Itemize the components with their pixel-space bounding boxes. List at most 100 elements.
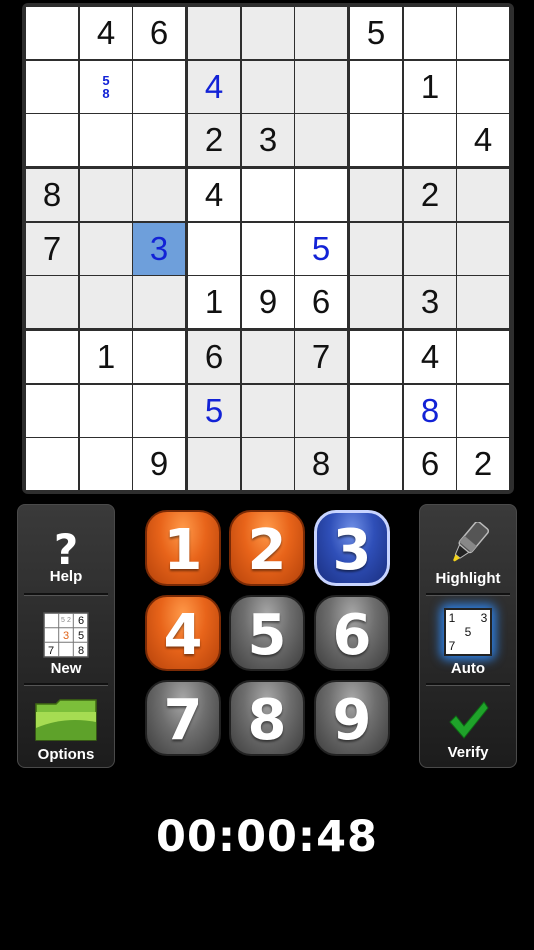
- sudoku-cell-r1c5[interactable]: [242, 7, 294, 59]
- sudoku-cell-r2c7[interactable]: [350, 61, 402, 113]
- sudoku-cell-r7c4[interactable]: 6: [188, 331, 240, 383]
- sudoku-cell-r5c8[interactable]: [404, 223, 456, 275]
- sudoku-cell-r8c3[interactable]: [133, 385, 185, 437]
- sudoku-cell-r1c6[interactable]: [295, 7, 347, 59]
- number-button-9[interactable]: 9: [314, 680, 390, 756]
- sudoku-cell-r5c9[interactable]: [457, 223, 509, 275]
- sudoku-cell-r8c2[interactable]: [80, 385, 132, 437]
- sudoku-cell-r4c9[interactable]: [457, 169, 509, 221]
- sudoku-cell-r8c7[interactable]: [350, 385, 402, 437]
- number-button-6[interactable]: 6: [314, 595, 390, 671]
- sudoku-cell-r4c1[interactable]: 8: [26, 169, 78, 221]
- sudoku-cell-r3c6[interactable]: [295, 114, 347, 166]
- sudoku-cell-r5c5[interactable]: [242, 223, 294, 275]
- sudoku-cell-r9c9[interactable]: 2: [457, 438, 509, 490]
- sudoku-cell-r6c5[interactable]: 9: [242, 276, 294, 328]
- sudoku-cell-r3c3[interactable]: [133, 114, 185, 166]
- sudoku-cell-r3c8[interactable]: [404, 114, 456, 166]
- sudoku-cell-r9c3[interactable]: 9: [133, 438, 185, 490]
- sudoku-cell-r5c4[interactable]: [188, 223, 240, 275]
- mini-grid-digit: 7: [48, 645, 54, 657]
- highlight-button[interactable]: Highlight: [420, 505, 516, 593]
- sudoku-cell-r3c1[interactable]: [26, 114, 78, 166]
- sudoku-cell-r2c6[interactable]: [295, 61, 347, 113]
- number-button-8[interactable]: 8: [229, 680, 305, 756]
- sudoku-cell-r2c4[interactable]: 4: [188, 61, 240, 113]
- sudoku-cell-r3c5[interactable]: 3: [242, 114, 294, 166]
- sudoku-cell-r7c6[interactable]: 7: [295, 331, 347, 383]
- options-button[interactable]: Options: [18, 685, 114, 769]
- sudoku-cell-r4c6[interactable]: [295, 169, 347, 221]
- sudoku-cell-r2c8[interactable]: 1: [404, 61, 456, 113]
- sudoku-cell-r5c3[interactable]: 3: [133, 223, 185, 275]
- sudoku-cell-r1c3[interactable]: 6: [133, 7, 185, 59]
- sudoku-cell-r3c9[interactable]: 4: [457, 114, 509, 166]
- sudoku-cell-r5c6[interactable]: 5: [295, 223, 347, 275]
- sudoku-cell-r2c9[interactable]: [457, 61, 509, 113]
- sudoku-cell-r7c2[interactable]: 1: [80, 331, 132, 383]
- sudoku-cell-r4c4[interactable]: 4: [188, 169, 240, 221]
- number-button-2[interactable]: 2: [229, 510, 305, 586]
- sudoku-cell-r1c1[interactable]: [26, 7, 78, 59]
- sudoku-cell-r9c4[interactable]: [188, 438, 240, 490]
- sudoku-cell-r7c3[interactable]: [133, 331, 185, 383]
- sudoku-cell-r7c9[interactable]: [457, 331, 509, 383]
- sudoku-cell-r1c4[interactable]: [188, 7, 240, 59]
- number-button-3[interactable]: 3: [314, 510, 390, 586]
- sudoku-cell-r6c8[interactable]: 3: [404, 276, 456, 328]
- left-tool-panel: ? Help 5263578 New Options: [17, 504, 115, 768]
- sudoku-cell-r7c8[interactable]: 4: [404, 331, 456, 383]
- sudoku-cell-r4c8[interactable]: 2: [404, 169, 456, 221]
- sudoku-cell-r7c5[interactable]: [242, 331, 294, 383]
- auto-label: Auto: [450, 660, 486, 677]
- sudoku-cell-r1c2[interactable]: 4: [80, 7, 132, 59]
- new-game-button[interactable]: 5263578 New: [18, 595, 114, 683]
- sudoku-cell-r4c3[interactable]: [133, 169, 185, 221]
- sudoku-cell-r3c4[interactable]: 2: [188, 114, 240, 166]
- sudoku-cell-r2c5[interactable]: [242, 61, 294, 113]
- number-button-7[interactable]: 7: [145, 680, 221, 756]
- sudoku-cell-r8c4[interactable]: 5: [188, 385, 240, 437]
- sudoku-cell-r5c1[interactable]: 7: [26, 223, 78, 275]
- sudoku-cell-r3c7[interactable]: [350, 114, 402, 166]
- sudoku-cell-r3c2[interactable]: [80, 114, 132, 166]
- sudoku-cell-r9c7[interactable]: [350, 438, 402, 490]
- sudoku-cell-r5c2[interactable]: [80, 223, 132, 275]
- sudoku-cell-r1c7[interactable]: 5: [350, 7, 402, 59]
- sudoku-cell-r6c1[interactable]: [26, 276, 78, 328]
- sudoku-cell-r9c2[interactable]: [80, 438, 132, 490]
- sudoku-cell-r4c7[interactable]: [350, 169, 402, 221]
- sudoku-cell-r9c8[interactable]: 6: [404, 438, 456, 490]
- sudoku-cell-r4c2[interactable]: [80, 169, 132, 221]
- number-button-5[interactable]: 5: [229, 595, 305, 671]
- sudoku-cell-r9c5[interactable]: [242, 438, 294, 490]
- sudoku-cell-r8c5[interactable]: [242, 385, 294, 437]
- sudoku-cell-r4c5[interactable]: [242, 169, 294, 221]
- sudoku-cell-r1c8[interactable]: [404, 7, 456, 59]
- question-mark-icon: ?: [54, 526, 78, 568]
- sudoku-cell-r8c9[interactable]: [457, 385, 509, 437]
- sudoku-cell-r9c6[interactable]: 8: [295, 438, 347, 490]
- sudoku-cell-r7c1[interactable]: [26, 331, 78, 383]
- number-button-1[interactable]: 1: [145, 510, 221, 586]
- sudoku-cell-r6c6[interactable]: 6: [295, 276, 347, 328]
- sudoku-cell-r5c7[interactable]: [350, 223, 402, 275]
- sudoku-cell-r1c9[interactable]: [457, 7, 509, 59]
- sudoku-cell-r7c7[interactable]: [350, 331, 402, 383]
- sudoku-cell-r9c1[interactable]: [26, 438, 78, 490]
- sudoku-cell-r8c6[interactable]: [295, 385, 347, 437]
- auto-notes-button[interactable]: 1 357 Auto: [420, 595, 516, 683]
- sudoku-cell-r6c9[interactable]: [457, 276, 509, 328]
- sudoku-cell-r2c3[interactable]: [133, 61, 185, 113]
- sudoku-cell-r2c2[interactable]: 58: [80, 61, 132, 113]
- sudoku-cell-r6c3[interactable]: [133, 276, 185, 328]
- verify-button[interactable]: Verify: [420, 685, 516, 769]
- number-button-4[interactable]: 4: [145, 595, 221, 671]
- sudoku-cell-r8c1[interactable]: [26, 385, 78, 437]
- sudoku-cell-r6c4[interactable]: 1: [188, 276, 240, 328]
- sudoku-cell-r2c1[interactable]: [26, 61, 78, 113]
- sudoku-cell-r8c8[interactable]: 8: [404, 385, 456, 437]
- help-button[interactable]: ? Help: [18, 505, 114, 593]
- sudoku-cell-r6c2[interactable]: [80, 276, 132, 328]
- sudoku-cell-r6c7[interactable]: [350, 276, 402, 328]
